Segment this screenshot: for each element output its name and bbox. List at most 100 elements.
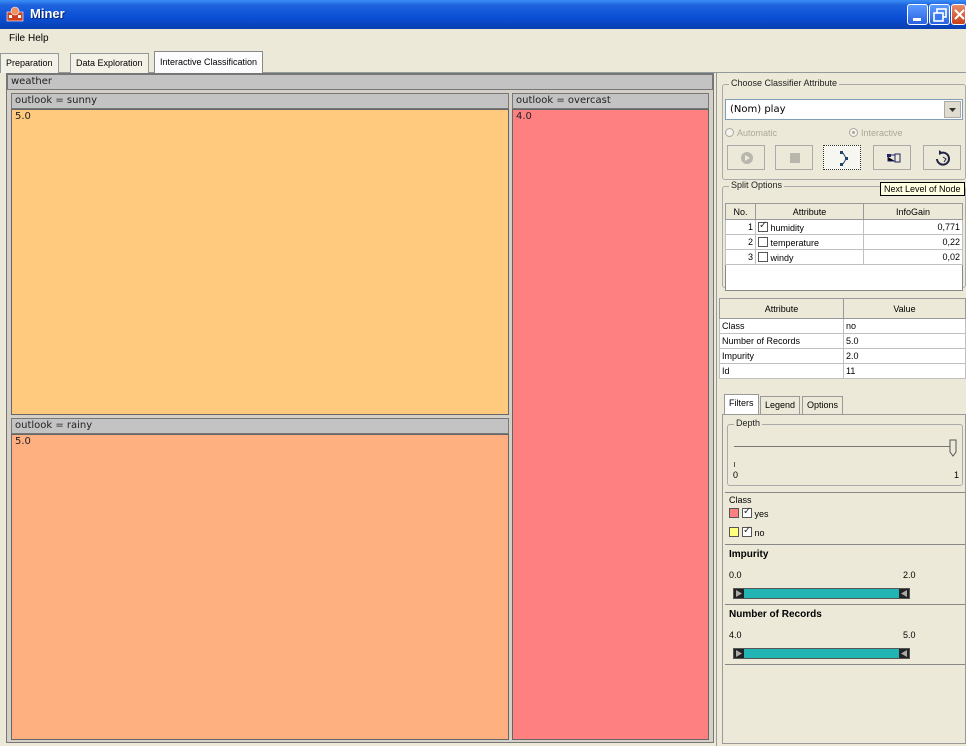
- depth-tick: [734, 462, 735, 467]
- checkbox-checked-icon[interactable]: [758, 220, 768, 232]
- class-no-label: no: [754, 528, 765, 538]
- table-row[interactable]: 1 humidity 0,771: [725, 219, 963, 235]
- node-header-overcast[interactable]: outlook = overcast: [512, 93, 709, 109]
- checkbox-unchecked-icon[interactable]: [758, 251, 768, 262]
- stop-button[interactable]: [775, 145, 813, 170]
- next-level-tooltip: Next Level of Node: [880, 182, 965, 196]
- node-header-sunny[interactable]: outlook = sunny: [11, 93, 509, 109]
- tab-options[interactable]: Options: [802, 396, 844, 414]
- minimize-button[interactable]: [907, 4, 928, 25]
- records-min-label: 4.0: [729, 630, 742, 640]
- tab-preparation[interactable]: Preparation: [0, 53, 59, 73]
- info-value: no: [843, 318, 966, 334]
- range-left-handle-icon[interactable]: [734, 589, 744, 598]
- leaf-rainy[interactable]: 5.0: [11, 434, 509, 740]
- impurity-range-slider[interactable]: [733, 588, 910, 599]
- column-header-infogain[interactable]: InfoGain: [863, 203, 963, 220]
- run-button[interactable]: [727, 145, 765, 170]
- split-options-title: Split Options: [729, 180, 785, 190]
- window-title: Miner: [30, 6, 65, 21]
- info-attribute: Impurity: [719, 348, 844, 364]
- range-right-handle-icon[interactable]: [899, 589, 909, 598]
- title-bar: Miner: [0, 0, 966, 29]
- row-attribute-label: temperature: [770, 237, 820, 248]
- range-left-handle-icon[interactable]: [734, 649, 744, 658]
- filters-tabs: Filters Legend Options: [722, 394, 966, 416]
- right-panel: Choose Classifier Attribute (Nom) play A…: [716, 73, 966, 746]
- column-header-attribute[interactable]: Attribute: [755, 203, 864, 220]
- classifier-group-title: Choose Classifier Attribute: [729, 78, 840, 88]
- classifier-attribute-value: (Nom) play: [730, 104, 786, 115]
- depth-max-label: 1: [954, 470, 960, 480]
- table-row[interactable]: Class no: [719, 318, 966, 334]
- tab-filters[interactable]: Filters: [724, 394, 759, 414]
- checkbox-checked-icon[interactable]: [742, 525, 752, 537]
- class-item-yes[interactable]: yes: [729, 506, 769, 519]
- menu-help[interactable]: Help: [28, 33, 49, 44]
- refresh-button[interactable]: [923, 145, 961, 170]
- no-swatch-icon: [729, 527, 739, 537]
- info-value: 11: [843, 363, 966, 379]
- tab-data-exploration[interactable]: Data Exploration: [70, 53, 149, 73]
- main-tabs: Preparation Data Exploration Interactive…: [0, 49, 966, 74]
- dropdown-arrow-icon[interactable]: [944, 101, 961, 118]
- tab-legend[interactable]: Legend: [760, 396, 801, 414]
- column-header-attribute[interactable]: Attribute: [719, 298, 844, 319]
- records-range-slider[interactable]: [733, 648, 910, 659]
- interactive-radio[interactable]: Interactive: [849, 128, 903, 138]
- depth-group: Depth 0 1: [727, 418, 963, 486]
- depth-title: Depth: [734, 418, 763, 428]
- menu-bar: File Help: [0, 29, 966, 49]
- row-infogain: 0,22: [863, 234, 963, 250]
- tab-interactive-classification[interactable]: Interactive Classification: [154, 51, 264, 74]
- class-item-no[interactable]: no: [729, 525, 765, 538]
- row-infogain: 0,771: [863, 219, 963, 235]
- class-yes-label: yes: [754, 509, 769, 519]
- classifier-group: Choose Classifier Attribute (Nom) play A…: [722, 78, 966, 180]
- checkbox-unchecked-icon[interactable]: [758, 236, 768, 247]
- maximize-button[interactable]: [929, 4, 950, 25]
- row-infogain: 0,02: [863, 249, 963, 265]
- table-row[interactable]: 3 windy 0,02: [725, 249, 963, 265]
- leaf-sunny[interactable]: 5.0: [11, 109, 509, 415]
- row-attribute-label: humidity: [770, 222, 805, 233]
- node-header-rainy[interactable]: outlook = rainy: [11, 418, 509, 434]
- split-options-table: No. Attribute InfoGain 1 humidity 0,771 …: [725, 203, 963, 291]
- range-right-handle-icon[interactable]: [899, 649, 909, 658]
- table-row[interactable]: Id 11: [719, 363, 966, 379]
- filters-panel: Depth 0 1 Class yes no Impurity 0.0 2.0 …: [722, 414, 966, 744]
- leaf-overcast[interactable]: 4.0: [512, 109, 709, 740]
- expand-tree-button[interactable]: [873, 145, 911, 170]
- table-row[interactable]: Number of Records 5.0: [719, 333, 966, 349]
- records-title: Number of Records: [729, 609, 822, 620]
- info-value: 5.0: [843, 333, 966, 349]
- tree-split-icon: [840, 151, 848, 166]
- menu-file[interactable]: File: [9, 33, 25, 44]
- play-icon: [741, 152, 753, 164]
- minimize-icon: [913, 18, 921, 21]
- table-row[interactable]: 2 temperature 0,22: [725, 234, 963, 250]
- root-node-header[interactable]: weather: [7, 74, 713, 90]
- class-title: Class: [729, 495, 752, 505]
- row-attribute: windy: [755, 249, 864, 265]
- radio-on-icon: [849, 128, 858, 137]
- automatic-radio-label: Automatic: [737, 128, 778, 138]
- classifier-attribute-select[interactable]: (Nom) play: [725, 99, 963, 120]
- row-no: 3: [725, 249, 756, 265]
- row-attribute-label: windy: [770, 252, 794, 263]
- column-header-value[interactable]: Value: [843, 298, 966, 319]
- row-attribute: humidity: [755, 219, 864, 235]
- depth-slider-thumb[interactable]: [948, 439, 958, 457]
- table-row[interactable]: Impurity 2.0: [719, 348, 966, 364]
- classifier-toolbar: [725, 145, 963, 171]
- tree-expand-icon: [887, 153, 901, 163]
- checkbox-checked-icon[interactable]: [742, 506, 752, 518]
- split-options-group: Split Options Next Level of Node No. Att…: [722, 180, 966, 291]
- next-level-button[interactable]: [823, 145, 861, 170]
- automatic-radio[interactable]: Automatic: [725, 128, 777, 138]
- depth-slider-track[interactable]: [734, 446, 954, 447]
- tree-view: weather outlook = sunny 5.0 outlook = ra…: [6, 73, 714, 743]
- stop-icon: [790, 153, 800, 163]
- column-header-no[interactable]: No.: [725, 203, 756, 220]
- close-button[interactable]: [951, 4, 966, 25]
